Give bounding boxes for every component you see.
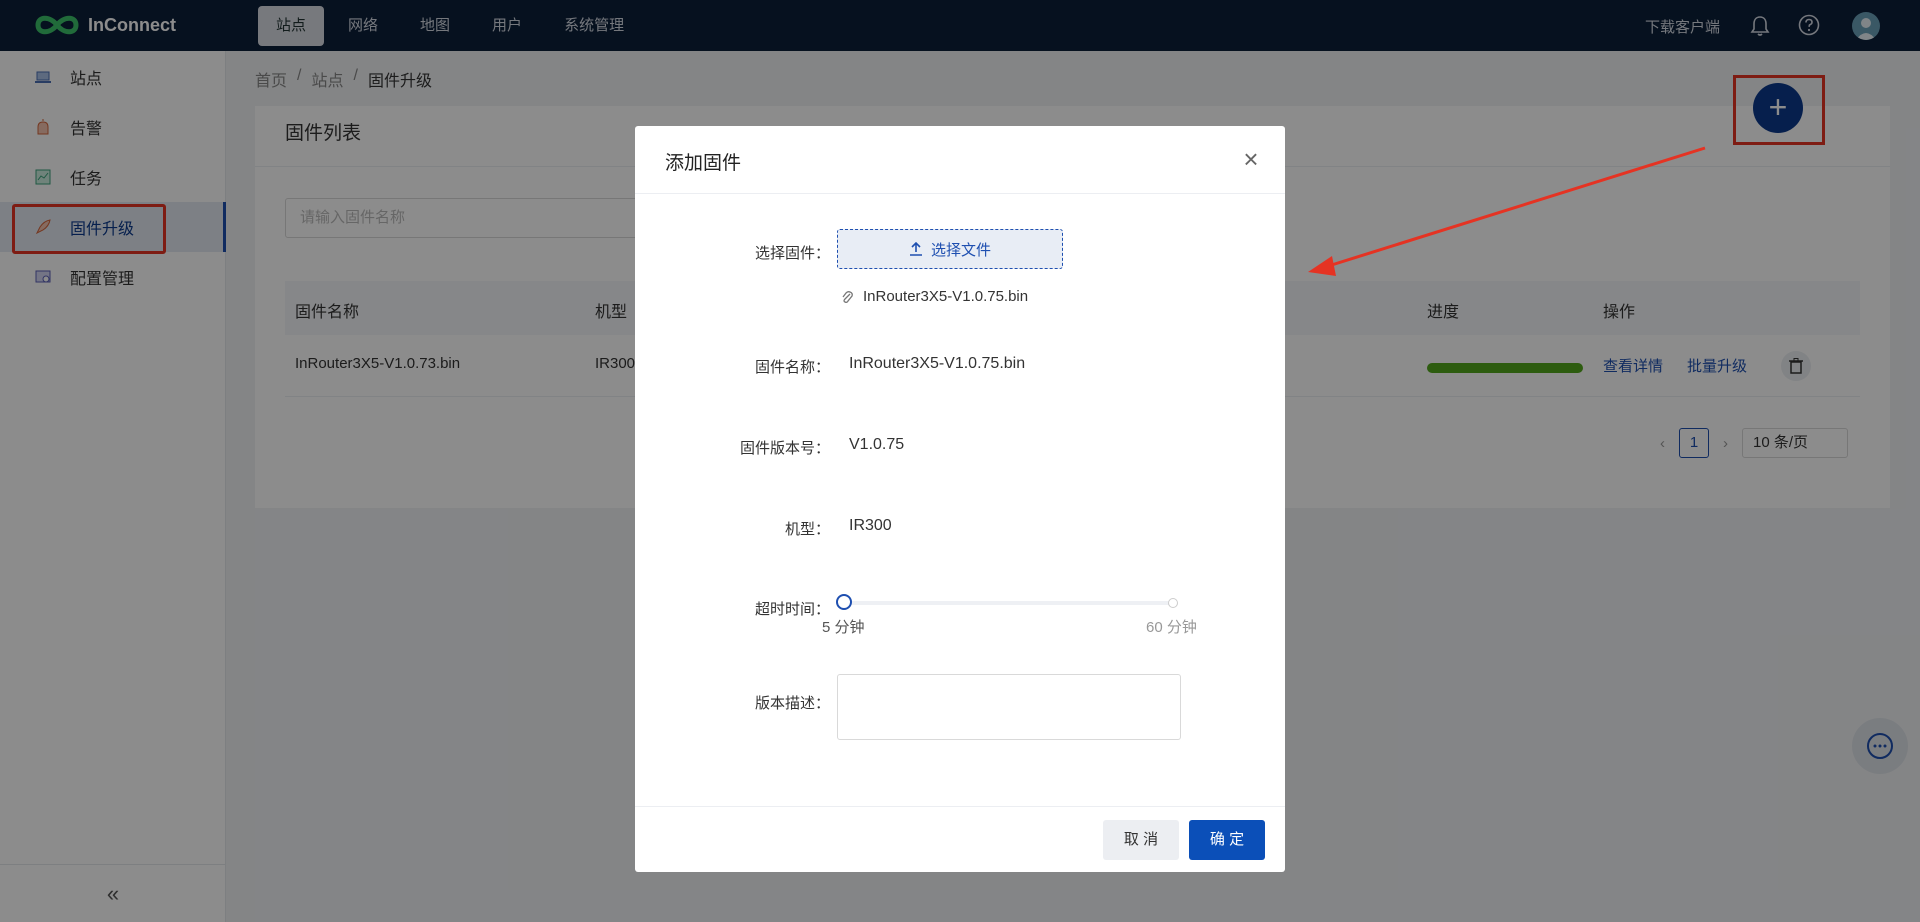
firmware-version-label: 固件版本号： [739,440,830,457]
version-description-textarea[interactable] [837,674,1181,740]
upload-icon [909,242,922,256]
select-file-label: 选择文件 [930,241,991,259]
dialog-header: 添加固件 × [635,126,1285,194]
timeout-label: 超时时间： [754,601,830,618]
close-icon[interactable]: × [1237,146,1265,174]
timeout-slider-track[interactable] [845,601,1175,605]
confirm-button[interactable]: 确 定 [1189,820,1265,860]
paperclip-icon [842,290,853,303]
version-description-label: 版本描述： [754,695,830,712]
timeout-min-label: 5 分钟 [822,619,865,636]
uploaded-file-item[interactable]: InRouter3X5-V1.0.75.bin [841,288,1028,305]
firmware-name-label: 固件名称： [754,359,830,376]
select-file-button[interactable]: 选择文件 [837,229,1063,269]
firmware-select-label: 选择固件： [754,245,830,262]
uploaded-file-name: InRouter3X5-V1.0.75.bin [863,288,1029,305]
firmware-name-value: InRouter3X5-V1.0.75.bin [849,355,1026,372]
model-label: 机型： [784,521,830,538]
model-value: IR300 [849,517,892,534]
timeout-slider-handle[interactable] [836,594,852,610]
timeout-max-label: 60 分钟 [1146,619,1197,636]
firmware-version-value: V1.0.75 [849,436,905,453]
dialog-footer: 取 消 确 定 [635,806,1285,872]
cancel-button[interactable]: 取 消 [1103,820,1179,860]
timeout-slider-end-dot [1168,598,1178,608]
add-firmware-dialog: 添加固件 × 选择固件： 选择文件 InRouter3X5-V1.0.75.bi… [635,126,1285,872]
dialog-title: 添加固件 [665,153,742,174]
